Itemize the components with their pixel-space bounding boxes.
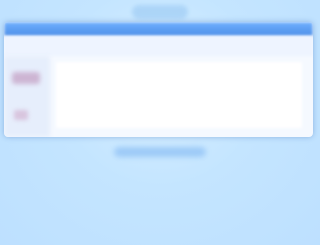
image-icon[interactable]	[14, 110, 28, 120]
app-window	[4, 22, 313, 137]
content-area	[56, 62, 302, 128]
left-sidebar	[4, 56, 50, 137]
top-tab[interactable]	[132, 5, 188, 19]
footer-bar	[114, 147, 206, 157]
blurred-app-page	[0, 0, 320, 245]
image-icon[interactable]	[12, 72, 40, 84]
window-header	[4, 22, 313, 36]
window-toolbar	[4, 36, 313, 56]
